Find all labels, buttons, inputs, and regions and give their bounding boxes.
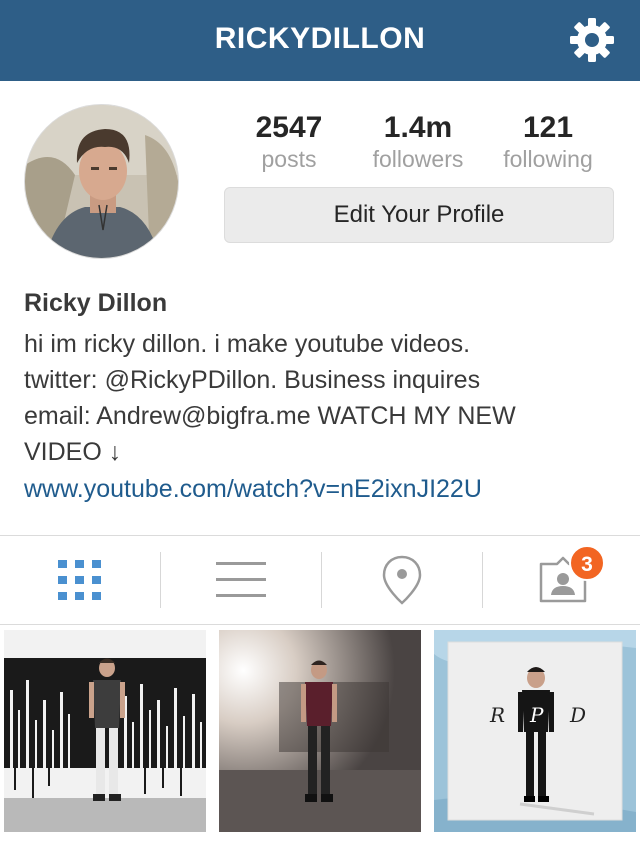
list-icon	[216, 562, 266, 597]
avatar[interactable]	[24, 104, 179, 259]
profile-link[interactable]: www.youtube.com/watch?v=nE2ixnJI22U	[24, 475, 482, 504]
divider-bottom	[0, 624, 640, 625]
notification-badge: 3	[569, 545, 605, 581]
photo-thumbnail[interactable]	[219, 630, 421, 832]
profile-username-title: RICKYDILLON	[214, 22, 426, 55]
photo-studio-light	[219, 630, 421, 832]
stat-followers[interactable]: 1.4m followers	[353, 110, 483, 172]
following-label: following	[503, 146, 593, 172]
location-pin-icon	[382, 555, 422, 605]
top-bar: RICKYDILLON	[0, 0, 640, 81]
gear-icon[interactable]	[568, 16, 616, 64]
edit-profile-button[interactable]: Edit Your Profile	[224, 187, 614, 243]
followers-label: followers	[372, 146, 464, 172]
photo-dripping-paint-wall	[4, 630, 206, 832]
following-count: 121	[522, 111, 574, 144]
album-letter-d: D	[569, 703, 586, 727]
photo-thumbnail[interactable]	[4, 630, 206, 832]
avatar-photo	[25, 105, 178, 258]
profile-bio: hi im ricky dillon. i make youtube video…	[24, 330, 516, 466]
tab-grid-view[interactable]	[0, 536, 160, 624]
tab-map-view[interactable]	[322, 536, 482, 624]
album-letter-p: P	[529, 703, 544, 727]
posts-label: posts	[261, 146, 317, 172]
tab-tagged-photos[interactable]	[483, 536, 640, 624]
profile-name: Ricky Dillon	[24, 289, 168, 317]
photo-thumbnail[interactable]: R P D	[434, 630, 636, 832]
album-letter-r: R	[489, 703, 505, 727]
posts-count: 2547	[255, 111, 323, 144]
followers-count: 1.4m	[383, 111, 453, 144]
photo-rpd-album-art: R P D	[434, 630, 636, 832]
stat-following[interactable]: 121 following	[483, 110, 613, 172]
stat-posts[interactable]: 2547 posts	[224, 110, 354, 172]
tab-list-view[interactable]	[161, 536, 321, 624]
grid-icon	[58, 560, 101, 600]
